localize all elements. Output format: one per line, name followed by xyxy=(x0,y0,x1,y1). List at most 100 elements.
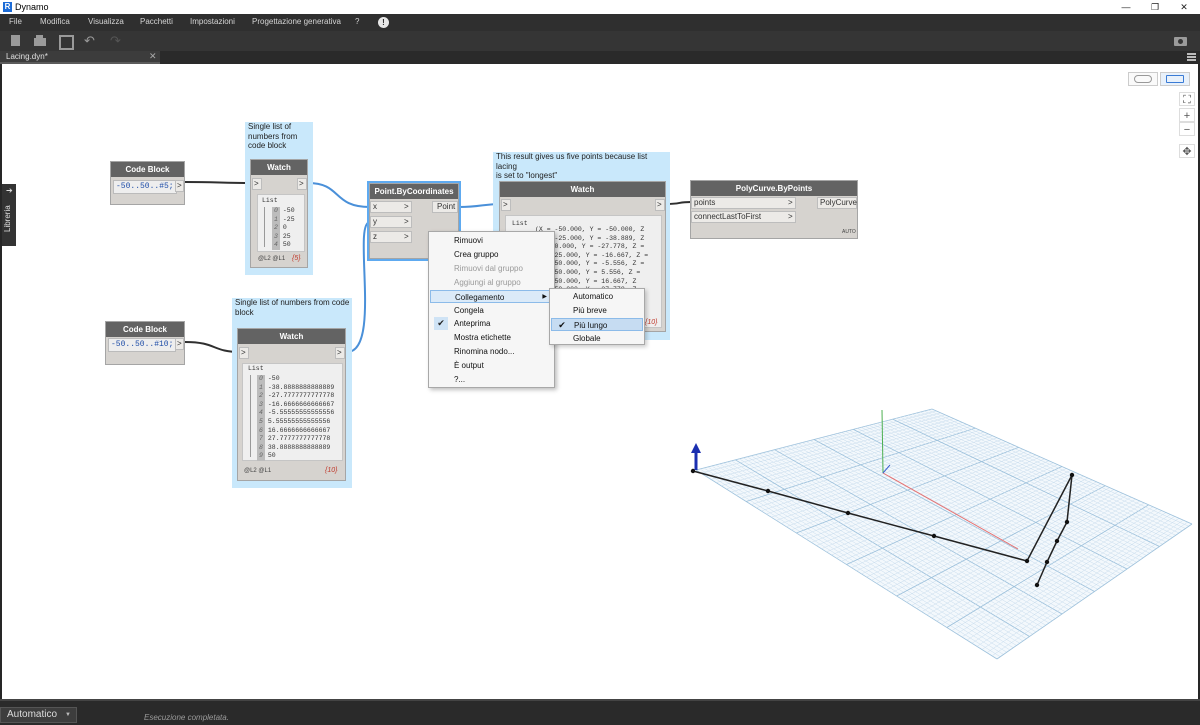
redo-icon[interactable]: ↷ xyxy=(110,34,124,48)
menu-impostazioni[interactable]: Impostazioni xyxy=(190,17,235,26)
run-mode-value: Automatico xyxy=(7,709,58,720)
lacing-option[interactable]: Automatico xyxy=(551,290,643,303)
preview-point xyxy=(1054,538,1060,544)
context-menu-item[interactable]: È output xyxy=(430,359,553,372)
wire-cb1-watch1[interactable] xyxy=(184,181,253,184)
menu-progettazione-generativa[interactable]: Progettazione generativa xyxy=(252,17,341,26)
menu-pacchetti[interactable]: Pacchetti xyxy=(140,17,173,26)
node-title: Watch xyxy=(500,182,665,197)
code-block-text[interactable]: -50..50..#10; xyxy=(108,338,177,352)
close-window-button[interactable]: ✕ xyxy=(1164,0,1200,14)
zoom-out-icon[interactable]: − xyxy=(1179,122,1195,136)
port-arrow: > xyxy=(788,212,793,221)
input-port-arrow: > xyxy=(503,200,508,209)
open-file-icon[interactable] xyxy=(33,34,47,48)
list-label: List xyxy=(512,220,528,227)
list-item: 2 -27.7777777777778 xyxy=(257,392,334,401)
list-value: -5.55555555555556 xyxy=(267,409,335,417)
list-label: List xyxy=(262,197,278,204)
preview-point xyxy=(1024,558,1030,564)
pan-icon[interactable]: ✥ xyxy=(1179,144,1195,158)
list-item: 6 16.6666666666667 xyxy=(257,426,330,436)
tabs-menu-icon[interactable] xyxy=(1187,53,1196,61)
context-menu-item-label: Rimuovi dal gruppo xyxy=(454,263,523,273)
context-menu-item-label: Anteprima xyxy=(454,319,491,329)
list-index: 8 xyxy=(257,443,265,453)
lacing-option[interactable]: Più lungo ✔ xyxy=(551,317,643,331)
node-title: Watch xyxy=(238,329,345,344)
context-menu-item[interactable]: Rinomina nodo... xyxy=(430,345,553,358)
submenu-arrow-icon: ▶ xyxy=(542,293,547,300)
list-item: 5 5.55555555555556 xyxy=(257,418,330,427)
run-mode-dropdown[interactable]: Automatico ▼ xyxy=(0,707,77,723)
workspace-canvas[interactable]: ➔ Libreria ⛶ + − ✥ Single list of number… xyxy=(0,64,1200,699)
list-value: -25 xyxy=(282,215,295,223)
group-title: Single list of numbers from code block xyxy=(248,122,298,150)
context-menu-item[interactable]: Aggiungi al gruppo xyxy=(430,276,553,289)
revit-logo-icon: R xyxy=(3,2,12,12)
lacing-option[interactable]: Globale xyxy=(551,332,643,345)
context-menu-item[interactable]: Mostra etichette xyxy=(430,331,553,344)
list-value: 50 xyxy=(267,452,276,460)
list-index: 4 xyxy=(272,241,280,251)
list-index: 6 xyxy=(257,426,265,436)
list-index: 2 xyxy=(272,224,280,233)
menu-visualizza[interactable]: Visualizza xyxy=(88,17,124,26)
menu-modifica[interactable]: Modifica xyxy=(40,17,70,26)
list-item: 20 xyxy=(272,224,287,233)
list-item: 3 -16.6666666666667 xyxy=(257,400,334,410)
wire-watch1-pbc-x[interactable] xyxy=(307,182,371,208)
library-tab[interactable]: ➔ Libreria xyxy=(2,184,16,246)
watch-node-2[interactable]: Watch > > List 0 -50 1 -38.8888888888889 2 -2… xyxy=(237,328,346,481)
node-title: Code Block xyxy=(106,322,184,337)
zoom-in-icon[interactable]: + xyxy=(1179,108,1195,122)
list-item: 0 -50 xyxy=(257,375,280,384)
list-item: 1 -25 xyxy=(272,215,295,225)
code-block-node-1[interactable]: Code Block -50..50..#5; > xyxy=(110,161,185,205)
code-block-text[interactable]: -50..50..#5; xyxy=(113,180,177,194)
chevron-down-icon: ▼ xyxy=(65,712,71,718)
polycurve-by-points-node[interactable]: PolyCurve.ByPoints points > connectLastT… xyxy=(690,180,858,239)
preview-point xyxy=(1044,559,1050,565)
node-context-menu: Rimuovi Crea gruppo Rimuovi dal gruppo Aggi… xyxy=(428,231,555,388)
item-count: {10} xyxy=(645,319,658,326)
toolbar: ↶ ↷ xyxy=(0,31,1200,51)
list-index: 3 xyxy=(272,232,280,242)
window-title: Dynamo xyxy=(15,2,49,12)
lacing-badge: AUTO xyxy=(842,229,856,235)
list-item: 1 -38.8888888888889 xyxy=(257,383,334,393)
lacing-option-label: Automatico xyxy=(573,292,614,301)
watch-node-1[interactable]: Watch > > List 0 -50 1 -25 2 0 3 25 4 50 @L2 @L1 … xyxy=(250,159,308,268)
tab-close-icon[interactable]: ✕ xyxy=(149,51,157,62)
lacing-submenu: Automatico Più breve Più lungo ✔ Globale xyxy=(549,288,645,345)
graph-view-toggle[interactable] xyxy=(1160,72,1190,86)
new-file-icon[interactable] xyxy=(9,34,23,48)
menu-file[interactable]: File xyxy=(9,17,22,26)
context-menu-item[interactable]: Rimuovi xyxy=(430,234,553,247)
watch-body: List 0 -50 1 -25 2 0 3 25 4 50 xyxy=(257,194,305,252)
port-arrow: > xyxy=(788,198,793,207)
preview-point xyxy=(1064,519,1070,525)
background-preview-toggle[interactable] xyxy=(1128,72,1158,86)
node-title: Watch xyxy=(251,160,307,175)
node-title: Point.ByCoordinates xyxy=(370,184,458,199)
context-menu-item-label: Mostra etichette xyxy=(454,333,511,343)
lacing-option[interactable]: Più breve xyxy=(551,304,643,317)
checkmark-icon: ✔ xyxy=(434,317,448,331)
notification-icon[interactable]: ! xyxy=(378,17,389,28)
tab-lacing[interactable]: Lacing.dyn* ✕ xyxy=(0,51,160,64)
z-axis-arrow-icon xyxy=(691,443,701,470)
context-menu-item[interactable]: Crea gruppo xyxy=(430,248,553,261)
list-tree-line xyxy=(264,207,265,247)
context-menu-item[interactable]: Congela xyxy=(430,304,553,317)
zoom-fit-icon[interactable]: ⛶ xyxy=(1179,92,1195,106)
menu-help[interactable]: ? xyxy=(355,17,359,26)
code-block-node-2[interactable]: Code Block -50..50..#10; > xyxy=(105,321,185,365)
context-menu-item[interactable]: Collegamento ▶ xyxy=(430,289,553,303)
save-file-icon[interactable] xyxy=(58,34,74,50)
undo-icon[interactable]: ↶ xyxy=(84,34,98,48)
camera-icon[interactable] xyxy=(1174,34,1188,48)
context-menu-item[interactable]: ?... xyxy=(430,373,553,386)
context-menu-item[interactable]: Anteprima ✔ xyxy=(430,317,553,331)
context-menu-item[interactable]: Rimuovi dal gruppo xyxy=(430,262,553,275)
